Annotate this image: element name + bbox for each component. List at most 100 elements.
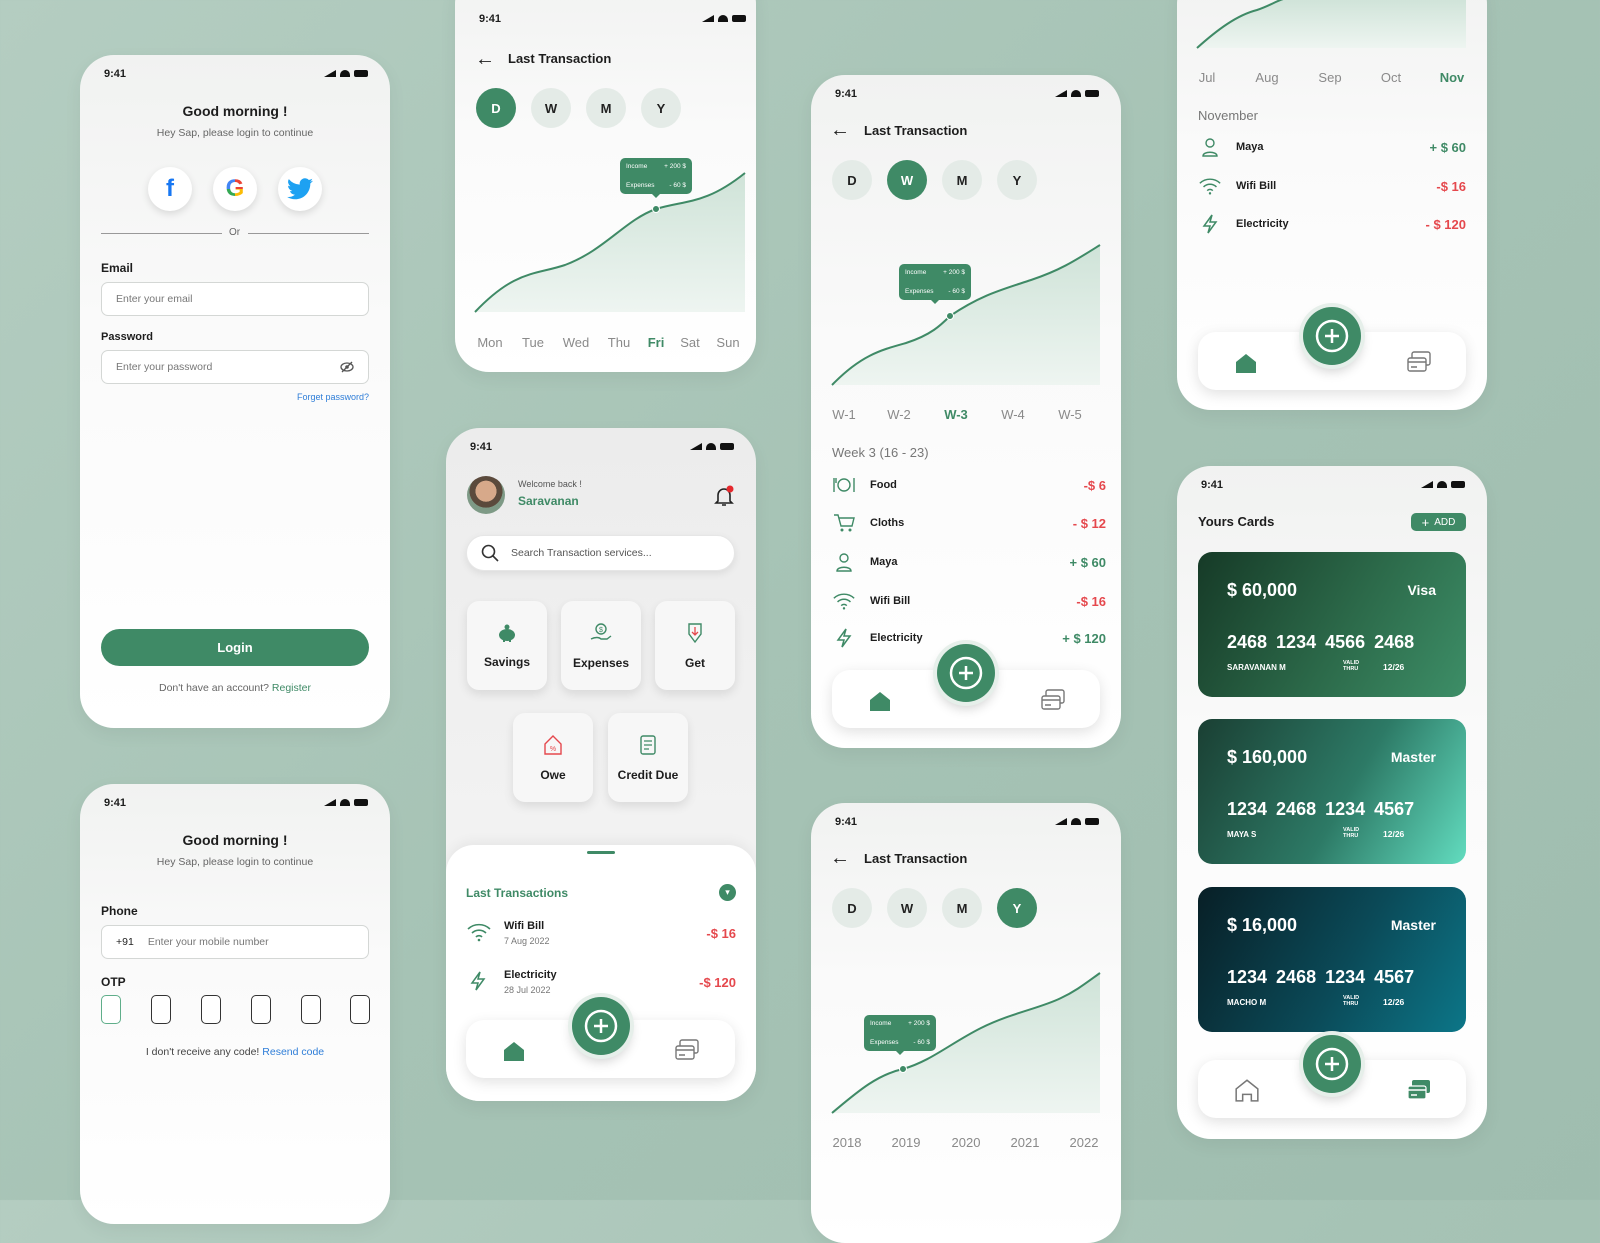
otp-screen: 9:41 Good morning ! Hey Sap, please logi… bbox=[80, 784, 390, 1224]
income-value: + 200 $ bbox=[908, 1020, 930, 1027]
divider-right bbox=[248, 233, 369, 234]
resend-code-link[interactable]: Resend code bbox=[262, 1046, 324, 1058]
register-link[interactable]: Register bbox=[272, 682, 311, 694]
cards-icon[interactable] bbox=[674, 1038, 700, 1062]
transaction-row[interactable]: Electricity 28 Jul 2022 -$ 120 bbox=[466, 967, 736, 1001]
plus-circle-icon bbox=[1315, 319, 1349, 353]
otp-digit-3[interactable] bbox=[201, 995, 221, 1024]
transaction-chart bbox=[474, 172, 746, 313]
login-button[interactable]: Login bbox=[101, 629, 369, 666]
otp-digit-6[interactable] bbox=[350, 995, 370, 1024]
google-icon: G bbox=[225, 175, 245, 202]
tile-expenses[interactable]: $ Expenses bbox=[561, 601, 641, 690]
cards-icon[interactable] bbox=[1406, 350, 1432, 374]
tile-savings[interactable]: Savings bbox=[467, 601, 547, 690]
credit-card[interactable]: $ 60,000 Visa 2468 1234 4566 2468 SARAVA… bbox=[1198, 552, 1466, 697]
sheet-handle[interactable] bbox=[587, 851, 615, 854]
home-icon[interactable] bbox=[1234, 1078, 1260, 1102]
subtitle: Hey Sap, please login to continue bbox=[156, 127, 314, 139]
expenses-label: Expenses bbox=[905, 288, 934, 295]
transaction-row[interactable]: Cloths - $ 12 bbox=[832, 511, 1106, 535]
credit-card[interactable]: $ 160,000 Master 1234 2468 1234 4567 MAY… bbox=[1198, 719, 1466, 864]
status-icons bbox=[690, 443, 734, 450]
twitter-login-button[interactable] bbox=[278, 167, 322, 211]
password-input[interactable]: Enter your password bbox=[101, 350, 369, 384]
avatar[interactable] bbox=[467, 476, 505, 514]
home-icon[interactable] bbox=[868, 690, 892, 712]
add-card-button[interactable]: + ADD bbox=[1411, 513, 1466, 531]
x-label[interactable]: 2020 bbox=[952, 1135, 981, 1150]
otp-digit-2[interactable] bbox=[151, 995, 171, 1024]
transaction-row[interactable]: Wifi Bill 7 Aug 2022 -$ 16 bbox=[466, 918, 736, 952]
otp-digit-4[interactable] bbox=[251, 995, 271, 1024]
eye-off-icon[interactable] bbox=[340, 361, 354, 373]
chevron-down-icon[interactable]: ▾ bbox=[719, 884, 736, 901]
x-label[interactable]: Tue bbox=[522, 335, 544, 350]
credit-card[interactable]: $ 16,000 Master 1234 2468 1234 4567 MACH… bbox=[1198, 887, 1466, 1032]
row-name: Maya bbox=[1236, 141, 1264, 153]
transaction-row[interactable]: Maya + $ 60 bbox=[832, 550, 1106, 574]
x-label[interactable]: Wed bbox=[563, 335, 590, 350]
otp-digit-1[interactable] bbox=[101, 995, 121, 1024]
login-screen: 9:41 Good morning ! Hey Sap, please logi… bbox=[80, 55, 390, 728]
google-login-button[interactable]: G bbox=[213, 167, 257, 211]
lightning-icon bbox=[1198, 212, 1222, 236]
x-label[interactable]: Sun bbox=[716, 335, 739, 350]
card-type: Master bbox=[1390, 749, 1436, 765]
email-input[interactable]: Enter your email bbox=[101, 282, 369, 316]
transaction-row[interactable]: Food -$ 6 bbox=[832, 473, 1106, 497]
bell-icon[interactable] bbox=[712, 484, 736, 513]
home-icon[interactable] bbox=[502, 1040, 526, 1062]
tile-get[interactable]: Get bbox=[655, 601, 735, 690]
x-label[interactable]: Sep bbox=[1318, 70, 1341, 85]
row-name: Maya bbox=[870, 556, 898, 568]
row-name: Wifi Bill bbox=[870, 595, 911, 607]
x-label[interactable]: 2018 bbox=[833, 1135, 862, 1150]
x-label[interactable]: W-1 bbox=[832, 407, 856, 422]
transaction-row[interactable]: Wifi Bill -$ 16 bbox=[1198, 174, 1466, 198]
add-transaction-button[interactable] bbox=[937, 644, 995, 702]
x-label[interactable]: Aug bbox=[1255, 70, 1278, 85]
x-label-active[interactable]: W-3 bbox=[944, 407, 968, 422]
x-label[interactable]: Mon bbox=[477, 335, 502, 350]
search-placeholder: Search Transaction services... bbox=[511, 547, 652, 559]
search-input[interactable]: Search Transaction services... bbox=[466, 535, 735, 571]
phone-input[interactable]: +91 Enter your mobile number bbox=[101, 925, 369, 959]
otp-digit-5[interactable] bbox=[301, 995, 321, 1024]
transaction-row[interactable]: Maya + $ 60 bbox=[1198, 135, 1466, 159]
x-label-active[interactable]: Nov bbox=[1440, 70, 1465, 85]
chart-tooltip: Income + 200 $ Expenses - 60 $ bbox=[899, 264, 971, 304]
transaction-amount: -$ 16 bbox=[706, 926, 736, 941]
add-transaction-button[interactable] bbox=[572, 997, 630, 1055]
cards-icon[interactable] bbox=[1040, 688, 1066, 712]
add-transaction-button[interactable] bbox=[1303, 307, 1361, 365]
x-label[interactable]: Jul bbox=[1199, 70, 1216, 85]
add-transaction-button[interactable] bbox=[1303, 1035, 1361, 1093]
tile-owe[interactable]: % Owe bbox=[513, 713, 593, 802]
x-label[interactable]: Sat bbox=[680, 335, 700, 350]
daily-transaction-screen: 9:41 ← Last Transaction D W M Y Income + … bbox=[455, 0, 756, 372]
transaction-amount: -$ 120 bbox=[699, 975, 736, 990]
x-label[interactable]: 2021 bbox=[1011, 1135, 1040, 1150]
chart-point bbox=[899, 1065, 907, 1073]
transaction-name: Wifi Bill bbox=[504, 920, 545, 932]
x-label[interactable]: 2019 bbox=[892, 1135, 921, 1150]
forgot-password-link[interactable]: Forget password? bbox=[297, 392, 369, 402]
home-icon[interactable] bbox=[1234, 352, 1258, 374]
card-balance: $ 60,000 bbox=[1227, 580, 1298, 600]
x-label[interactable]: Thu bbox=[608, 335, 630, 350]
cards-icon[interactable] bbox=[1406, 1078, 1432, 1102]
card-balance: $ 160,000 bbox=[1227, 747, 1308, 767]
transaction-row[interactable]: Electricity - $ 120 bbox=[1198, 212, 1466, 236]
x-label[interactable]: W-4 bbox=[1001, 407, 1025, 422]
x-label[interactable]: Oct bbox=[1381, 70, 1401, 85]
x-label[interactable]: W-2 bbox=[887, 407, 911, 422]
country-code[interactable]: +91 bbox=[116, 936, 134, 948]
facebook-login-button[interactable]: f bbox=[148, 167, 192, 211]
tile-credit-due[interactable]: Credit Due bbox=[608, 713, 688, 802]
x-label-active[interactable]: Fri bbox=[648, 335, 665, 350]
transaction-row[interactable]: Wifi Bill -$ 16 bbox=[832, 589, 1106, 613]
x-label[interactable]: W-5 bbox=[1058, 407, 1082, 422]
weekly-transaction-screen: 9:41 ← Last Transaction D W M Y Income + … bbox=[811, 75, 1121, 748]
x-label[interactable]: 2022 bbox=[1070, 1135, 1099, 1150]
